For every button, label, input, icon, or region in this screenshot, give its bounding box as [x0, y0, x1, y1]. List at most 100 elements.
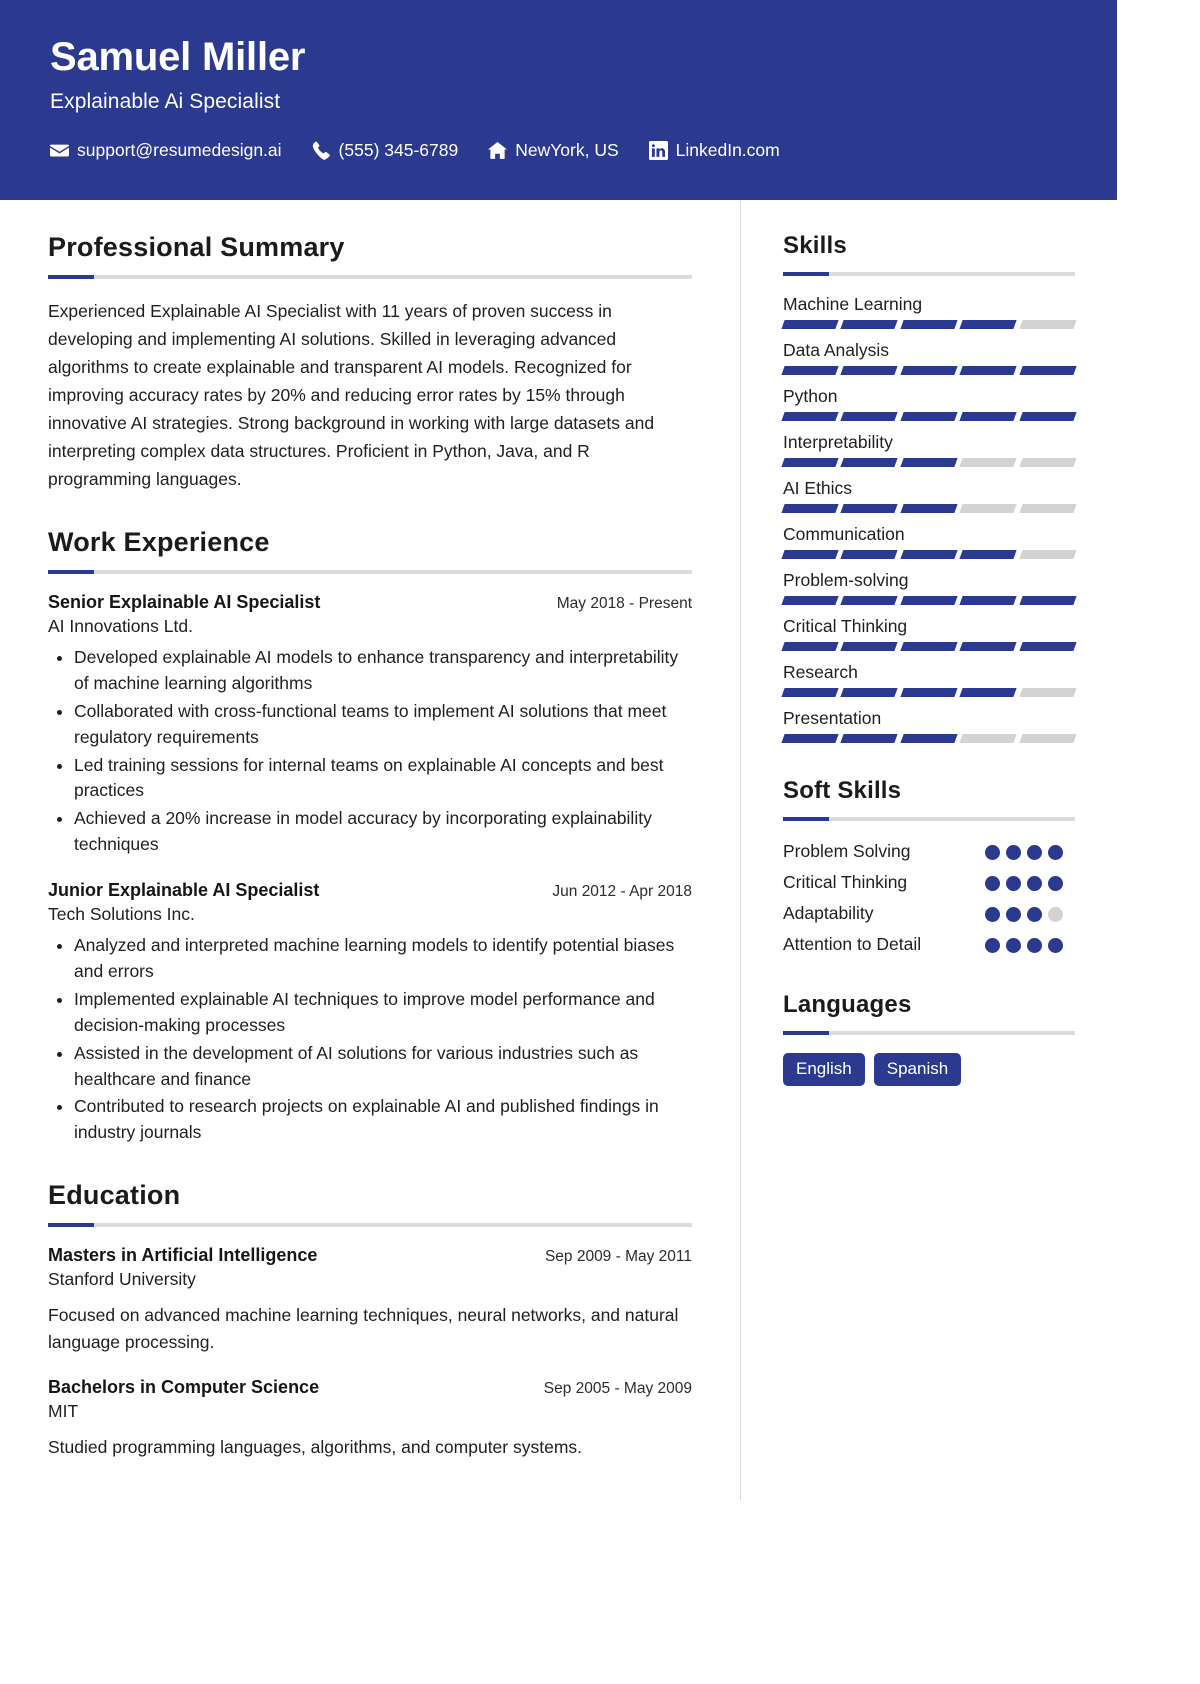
soft-skill-rating: [985, 901, 1075, 923]
skill-row: Research: [781, 662, 1077, 697]
soft-skill-row: Adaptability: [783, 901, 1075, 925]
section-professional-summary: Professional Summary Experienced Explain…: [48, 232, 692, 493]
page-title: Samuel Miller: [50, 35, 306, 79]
experience-bullet-list: Analyzed and interpreted machine learnin…: [48, 933, 692, 1146]
skill-level-segment: [900, 734, 958, 743]
language-chip[interactable]: Spanish: [873, 1052, 962, 1086]
soft-skill-dot: [1006, 938, 1021, 954]
experience-bullet: Achieved a 20% increase in model accurac…: [74, 806, 692, 858]
skill-name: Data Analysis: [783, 340, 890, 360]
skill-level-segment: [1018, 596, 1077, 605]
soft-skill-dot: [985, 845, 1000, 860]
contact-linkedin-text: LinkedIn.com: [675, 140, 780, 160]
contact-linkedin[interactable]: LinkedIn.com: [648, 140, 780, 161]
skill-name: Presentation: [783, 708, 882, 728]
skill-level-segment: [781, 734, 840, 743]
soft-skill-dot: [1027, 907, 1042, 923]
skill-level-segment: [900, 412, 958, 421]
skill-level-segment: [959, 688, 1018, 697]
skill-level-segment: [1018, 458, 1077, 467]
soft-skill-dot: [1048, 876, 1063, 892]
skill-level-segment: [1018, 642, 1077, 651]
experience-item: Junior Explainable AI Specialist Jun 2012…: [48, 880, 692, 1146]
skill-name: Interpretability: [783, 432, 893, 452]
education-item: Bachelors in Computer Science Sep 2005 - …: [48, 1377, 692, 1460]
skill-level-segment: [959, 320, 1018, 329]
education-description: Studied programming languages, algorithm…: [48, 1436, 583, 1457]
experience-bullet: Led training sessions for internal teams…: [74, 753, 692, 805]
education-date-range: Sep 2005 - May 2009: [543, 1379, 692, 1397]
contact-phone[interactable]: (555) 345-6789: [312, 140, 458, 161]
experience-item: Senior Explainable AI Specialist May 2018…: [48, 592, 692, 858]
soft-skill-dot: [1027, 876, 1042, 892]
skill-level-segment: [781, 550, 840, 559]
experience-job-title: Senior Explainable AI Specialist: [48, 592, 321, 612]
section-education: Education Masters in Artificial Intellig…: [48, 1180, 692, 1460]
main-column: Professional Summary Experienced Explain…: [0, 200, 740, 1500]
education-item: Masters in Artificial Intelligence Sep 20…: [48, 1245, 692, 1355]
skill-level-segment: [781, 688, 840, 697]
soft-skill-dot: [1048, 907, 1063, 923]
skill-level-segment: [900, 366, 958, 375]
skill-level-segment: [781, 642, 840, 651]
skill-level-segment: [900, 642, 958, 651]
skill-level-segment: [1018, 504, 1077, 513]
soft-skill-name: Critical Thinking: [783, 872, 908, 893]
skill-name: AI Ethics: [783, 478, 853, 498]
experience-list: Senior Explainable AI Specialist May 2018…: [48, 592, 692, 1146]
education-item-header: Masters in Artificial Intelligence Sep 20…: [48, 1245, 692, 1266]
skill-row: Machine Learning: [781, 294, 1077, 329]
soft-skill-name: Adaptability: [783, 903, 874, 924]
skill-level-segment: [1018, 688, 1077, 697]
language-chip[interactable]: English: [783, 1052, 865, 1086]
skill-level-bar: [781, 504, 1077, 513]
experience-company: Tech Solutions Inc.: [48, 904, 195, 925]
contact-email[interactable]: support@resumedesign.ai: [50, 140, 282, 161]
contact-location-text: NewYork, US: [515, 140, 619, 160]
soft-skill-dot: [1027, 845, 1042, 860]
skill-level-segment: [959, 412, 1018, 421]
skill-level-segment: [781, 596, 840, 605]
section-divider: [783, 1030, 1075, 1035]
skill-row: Presentation: [781, 708, 1077, 743]
soft-skill-dot: [1006, 907, 1021, 923]
soft-skill-dot: [1048, 845, 1063, 860]
resume-header: Samuel Miller Explainable Ai Specialist …: [0, 0, 1117, 200]
soft-skill-rating: [985, 839, 1075, 860]
education-heading: Education: [48, 1180, 181, 1211]
resume-page: Samuel Miller Explainable Ai Specialist …: [0, 0, 1117, 1684]
experience-heading: Work Experience: [48, 527, 270, 557]
skill-level-segment: [840, 734, 899, 743]
skill-level-segment: [840, 504, 899, 513]
skill-level-bar: [781, 596, 1077, 605]
skill-level-segment: [900, 596, 958, 605]
job-title: Explainable Ai Specialist: [50, 90, 281, 113]
section-divider: [783, 272, 1075, 276]
education-degree: Bachelors in Computer Science: [48, 1376, 320, 1397]
section-work-experience: Work Experience Senior Explainable AI Sp…: [48, 527, 692, 1146]
soft-skill-name: Attention to Detail: [783, 934, 922, 955]
skill-name: Python: [783, 386, 838, 406]
contact-row: support@resumedesign.ai (555) 345-6789 N…: [50, 140, 1067, 161]
skill-level-bar: [781, 642, 1077, 651]
skill-level-segment: [840, 320, 899, 329]
phone-icon: [312, 141, 331, 160]
experience-bullet: Assisted in the development of AI soluti…: [74, 1041, 692, 1093]
contact-location[interactable]: NewYork, US: [488, 140, 619, 161]
skill-level-segment: [781, 320, 840, 329]
soft-skill-dot: [1006, 845, 1021, 860]
skill-level-bar: [781, 320, 1077, 329]
skill-level-bar: [781, 688, 1077, 697]
experience-bullet: Implemented explainable AI techniques to…: [74, 987, 692, 1039]
skill-level-bar: [781, 412, 1077, 421]
education-degree: Masters in Artificial Intelligence: [48, 1245, 318, 1266]
skill-level-segment: [959, 734, 1018, 743]
skill-level-segment: [900, 458, 958, 467]
section-divider: [48, 275, 692, 279]
skill-level-segment: [900, 688, 958, 697]
skill-row: Critical Thinking: [781, 616, 1077, 651]
skill-level-segment: [840, 366, 899, 375]
skill-row: Problem-solving: [781, 570, 1077, 605]
education-list: Masters in Artificial Intelligence Sep 20…: [48, 1245, 692, 1460]
skill-level-segment: [1018, 734, 1077, 743]
